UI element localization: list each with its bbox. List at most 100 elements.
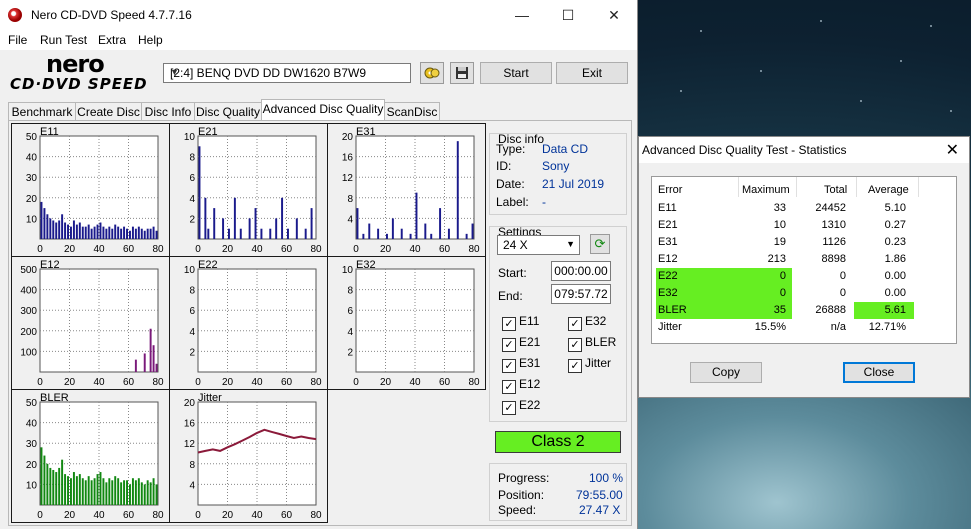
y-tick-label: 50 — [26, 132, 38, 143]
cell-max: 15.5% — [754, 321, 786, 333]
copy-button[interactable]: Copy — [690, 362, 762, 383]
tab-disc-quality[interactable]: Disc Quality — [194, 102, 262, 121]
save-button[interactable] — [450, 62, 474, 84]
y-tick-label: 300 — [20, 306, 37, 317]
y-tick-label: 16 — [184, 419, 196, 430]
start-button[interactable]: Start — [480, 62, 552, 84]
chevron-down-icon: ▼ — [566, 239, 575, 249]
bar — [304, 228, 307, 239]
maximize-button[interactable]: ☐ — [545, 0, 591, 31]
minimize-button[interactable]: — — [499, 0, 545, 31]
bar — [96, 224, 99, 239]
bar — [149, 228, 152, 239]
column-header: Average — [868, 184, 909, 196]
speed-select[interactable]: 24 X ▼ — [497, 235, 580, 255]
progress-value: 100 % — [589, 471, 624, 485]
y-tick-label: 4 — [347, 214, 353, 225]
bar — [275, 218, 278, 239]
y-tick-label: 4 — [189, 327, 195, 338]
bar — [126, 228, 128, 239]
refresh-icon: ⟳ — [594, 236, 606, 251]
exit-button[interactable]: Exit — [556, 62, 628, 84]
drive-select[interactable]: [2:4] BENQ DVD DD DW1620 B7W9 ▼ — [163, 63, 411, 83]
cell-avg: 0.00 — [884, 287, 906, 299]
checkbox-e11[interactable]: ✓ E11 — [502, 314, 539, 331]
tab-scandisc[interactable]: ScanDisc — [384, 102, 440, 121]
bar — [43, 208, 46, 239]
checkbox-e22[interactable]: ✓ E22 — [502, 398, 540, 415]
checkbox-e31[interactable]: ✓ E31 — [502, 356, 540, 373]
menu-help[interactable]: Help — [138, 33, 163, 47]
x-tick-label: 80 — [310, 377, 322, 388]
bar — [67, 224, 69, 239]
close-button[interactable]: ✕ — [591, 0, 637, 31]
checkbox-e32[interactable]: ✓ E32 — [568, 314, 606, 331]
tab-advanced-disc-quality[interactable]: Advanced Disc Quality — [261, 99, 385, 121]
y-tick-label: 2 — [189, 347, 195, 358]
bar — [87, 476, 90, 505]
statistics-row: BLER 35 26888 5.61 — [656, 302, 952, 319]
checkbox-e12[interactable]: ✓ E12 — [502, 377, 540, 394]
tab-create-disc[interactable]: Create Disc — [75, 102, 142, 121]
y-tick-label: 40 — [26, 419, 38, 430]
graph-title: E22 — [198, 259, 218, 271]
menu-run-test[interactable]: Run Test — [40, 33, 87, 47]
refresh-button[interactable]: ⟳ — [590, 234, 610, 254]
disc-eject-button[interactable] — [420, 62, 444, 84]
bar — [424, 223, 427, 239]
x-tick-label: 20 — [64, 377, 76, 388]
bar — [120, 228, 123, 239]
position-label: Position: — [498, 488, 545, 502]
end-time-input[interactable]: 079:57.72 — [551, 284, 611, 304]
bar — [49, 218, 52, 239]
x-tick-label: 0 — [37, 377, 43, 388]
disc-label-label: Label: — [496, 195, 529, 209]
bar — [81, 226, 84, 239]
column-header: Error — [658, 184, 683, 196]
graph-e22: 10 8 6 4 2 0 20 40 60 80 E22 — [169, 256, 328, 390]
graph-svg-e31: 201612840 20 40 60 80E31 — [342, 126, 480, 255]
close-icon[interactable]: ✕ — [946, 140, 959, 160]
y-tick-label: 6 — [189, 173, 195, 184]
bar — [465, 233, 468, 239]
tab-benchmark[interactable]: Benchmark — [8, 102, 76, 121]
title-bar: Nero CD-DVD Speed 4.7.7.16 — ☐ ✕ — [0, 0, 637, 31]
menu-extra[interactable]: Extra — [98, 33, 126, 47]
bar — [111, 480, 114, 505]
start-time-input[interactable]: 000:00.00 — [551, 261, 611, 281]
check-icon: ✓ — [568, 338, 582, 352]
statistics-title: Advanced Disc Quality Test - Statistics — [642, 143, 847, 157]
cell-name: E31 — [658, 236, 678, 248]
bar — [81, 478, 84, 505]
bar — [146, 228, 149, 239]
close-dialog-button[interactable]: Close — [843, 362, 915, 383]
cell-avg: 0.00 — [884, 270, 906, 282]
bar — [102, 226, 105, 239]
bar — [131, 478, 134, 505]
tab-disc-info[interactable]: Disc Info — [141, 102, 195, 121]
check-icon: ✓ — [568, 359, 582, 373]
bar — [198, 146, 201, 239]
bar — [207, 228, 210, 239]
progress-label: Progress: — [498, 471, 550, 485]
graph-svg-e12: 500 400 300 200 100 0 20 40 60 80 E12 — [20, 259, 164, 388]
bar — [61, 459, 64, 505]
menu-file[interactable]: File — [8, 33, 27, 47]
bar — [108, 226, 111, 239]
cell-max: 35 — [773, 304, 786, 316]
cell-total: 8898 — [821, 253, 846, 265]
bar — [99, 472, 102, 505]
disc-id-value: Sony — [542, 159, 570, 173]
cell-total: 24452 — [815, 202, 846, 214]
bar — [102, 478, 105, 505]
column-separator — [738, 177, 739, 197]
bar — [96, 474, 99, 505]
x-tick-label: 40 — [409, 244, 421, 255]
bar — [152, 226, 155, 239]
checkbox-e21[interactable]: ✓ E21 — [502, 335, 540, 352]
column-header: Total — [824, 184, 848, 196]
cell-total: n/a — [830, 321, 846, 333]
checkbox-jitter[interactable]: ✓ Jitter — [568, 356, 611, 373]
checkbox-bler[interactable]: ✓ BLER — [568, 335, 616, 352]
bar — [269, 228, 272, 239]
